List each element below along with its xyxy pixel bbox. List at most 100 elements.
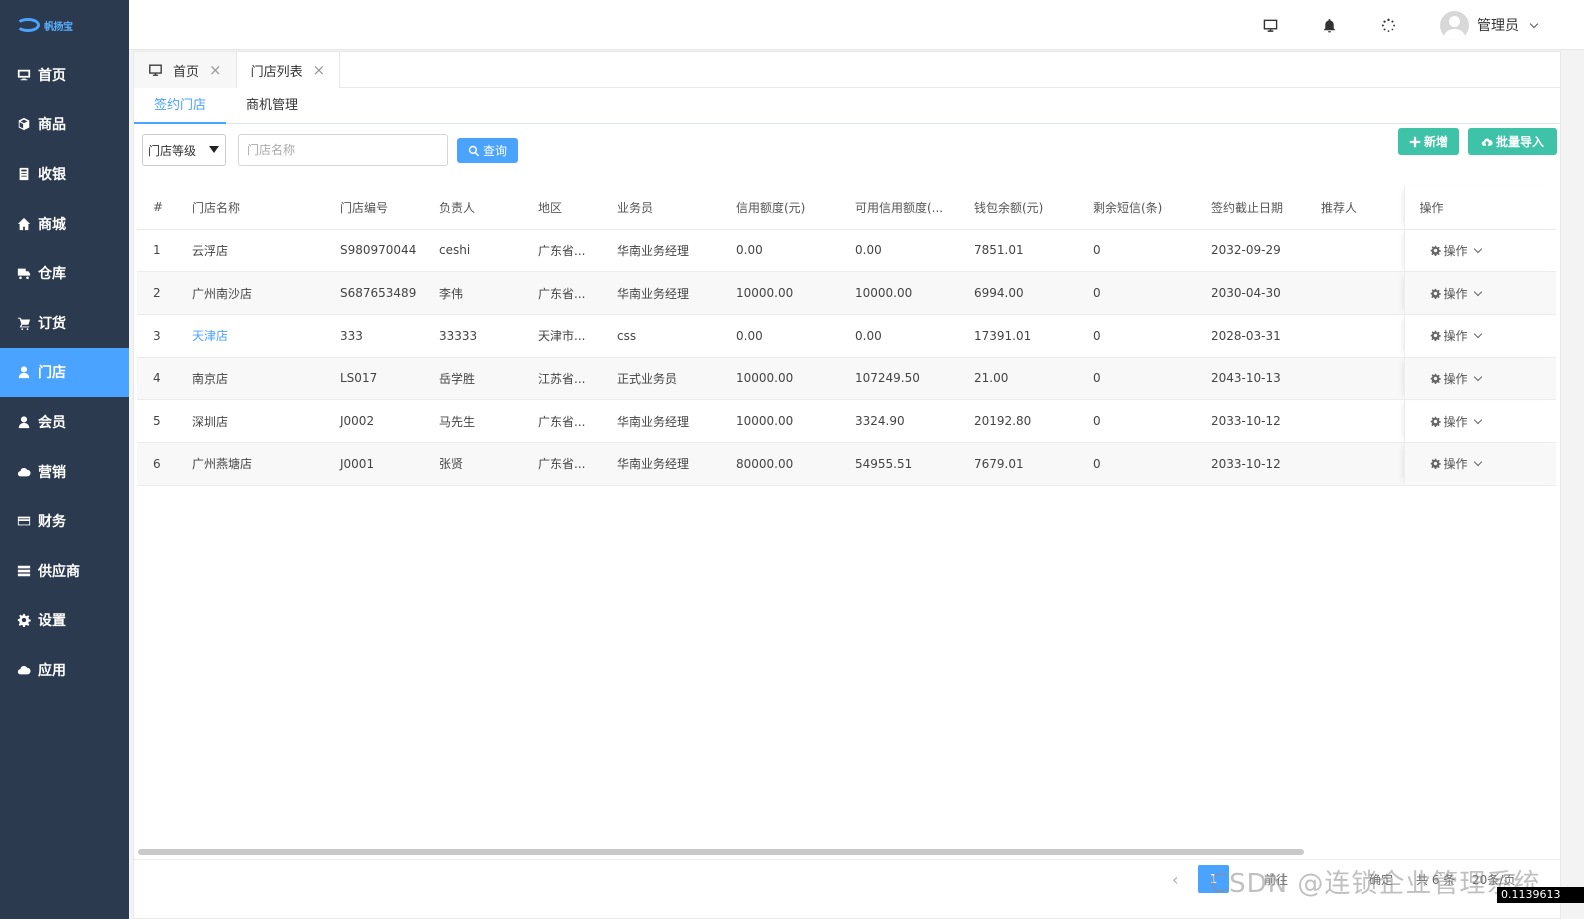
table-cell (1321, 357, 1404, 401)
store-name-link[interactable]: 天津店 (192, 314, 340, 358)
column-header: 签约截止日期 (1211, 186, 1321, 230)
table-row[interactable]: 4 南京店 LS017 岳学胜 江苏省... 正式业务员 10000.00 107249.50… (137, 357, 1556, 401)
sidebar-item-marketing[interactable]: 营销 (0, 447, 129, 497)
page-tab-home[interactable]: 首页 × (134, 52, 237, 88)
monitor-icon[interactable] (1260, 15, 1280, 35)
add-button[interactable]: 新增 (1398, 128, 1459, 155)
table-cell-actions: 操作 (1403, 271, 1556, 315)
tab-opportunities[interactable]: 商机管理 (226, 88, 318, 124)
row-action-label: 操作 (1443, 371, 1468, 386)
table-cell: LS017 (340, 357, 439, 401)
table-cell: 2033-10-12 (1211, 442, 1321, 486)
sidebar-item-member[interactable]: 会员 (0, 397, 129, 447)
table-cell: 20192.80 (974, 399, 1093, 443)
sidebar-item-label: 首页 (38, 67, 66, 84)
table-cell (1321, 314, 1404, 358)
table-cell: 2043-10-13 (1211, 357, 1321, 401)
table-cell: 33333 (439, 314, 538, 358)
sidebar-item-mall[interactable]: 商城 (0, 199, 129, 249)
store-level-select[interactable]: 门店等级 (142, 134, 226, 166)
close-icon[interactable]: × (209, 62, 222, 78)
sidebar-item-goods[interactable]: 商品 (0, 100, 129, 150)
table-cell: 南京店 (192, 357, 340, 401)
table-cell: 0.00 (736, 314, 855, 358)
table-row[interactable]: 3 天津店 333 33333 天津市... css 0.00 0.00 17391.01 0 20… (137, 314, 1556, 358)
row-action-dropdown[interactable]: 操作 (1420, 324, 1491, 347)
query-button[interactable]: 查询 (457, 138, 518, 163)
page-tab-store-list[interactable]: 门店列表 × (236, 52, 341, 88)
store-name-input[interactable] (238, 134, 448, 166)
sidebar-item-warehouse[interactable]: 仓库 (0, 248, 129, 298)
home-icon (16, 216, 32, 232)
table-cell: 0 (1093, 357, 1211, 401)
table-cell: 17391.01 (974, 314, 1093, 358)
table-cell (1321, 442, 1404, 486)
table-row[interactable]: 6 广州燕塘店 J0001 张贤 广东省... 华南业务经理 80000.00 54955.5… (137, 442, 1556, 486)
sidebar-item-cashier[interactable]: 收银 (0, 149, 129, 199)
row-action-label: 操作 (1443, 243, 1468, 258)
bell-icon[interactable] (1319, 15, 1339, 35)
table-row[interactable]: 2 广州南沙店 S687653489 李伟 广东省... 华南业务经理 10000.00 10… (137, 271, 1556, 315)
avatar (1440, 10, 1469, 40)
tab-signed-stores[interactable]: 签约门店 (134, 88, 227, 124)
batch-import-button[interactable]: 批量导入 (1468, 128, 1557, 155)
table-cell: J0002 (340, 399, 439, 443)
chevron-left-icon[interactable]: ‹ (1172, 870, 1178, 889)
table-cell: 0.00 (736, 229, 855, 273)
row-action-dropdown[interactable]: 操作 (1420, 367, 1491, 390)
table-cell: 10000.00 (736, 271, 855, 315)
table-cell: 李伟 (439, 271, 538, 315)
query-button-label: 查询 (482, 144, 507, 158)
close-icon[interactable]: × (313, 62, 326, 78)
row-action-dropdown[interactable]: 操作 (1420, 410, 1491, 433)
table-cell: 6 (137, 442, 192, 486)
table-cell: 3 (137, 314, 192, 358)
sidebar-item-label: 订货 (38, 315, 66, 332)
column-header: 推荐人 (1321, 186, 1404, 230)
card-icon (16, 513, 32, 529)
monitor-icon (149, 64, 162, 76)
sidebar-item-apps[interactable]: 应用 (0, 645, 129, 695)
sidebar-item-label: 收银 (38, 166, 66, 183)
row-action-dropdown[interactable]: 操作 (1420, 282, 1491, 305)
table-cell: 江苏省... (538, 357, 617, 401)
table-cell: 7679.01 (974, 442, 1093, 486)
page-tab-label: 门店列表 (250, 64, 303, 80)
gear-icon (1430, 458, 1441, 470)
row-action-label: 操作 (1443, 414, 1468, 429)
sidebar-item-supplier[interactable]: 供应商 (0, 546, 129, 596)
sidebar-item-finance[interactable]: 财务 (0, 496, 129, 546)
sidebar-item-order[interactable]: 订货 (0, 298, 129, 348)
horizontal-scrollbar[interactable] (138, 849, 1304, 855)
sidebar-item-settings[interactable]: 设置 (0, 596, 129, 646)
sidebar-item-home[interactable]: 首页 (0, 50, 129, 100)
row-action-label: 操作 (1443, 286, 1468, 301)
sidebar-nav: 首页 商品 收银 商城 仓库 订货 门店 会员 营销 财务 供应商 设置 应用 (0, 50, 129, 695)
row-action-dropdown[interactable]: 操作 (1420, 239, 1491, 262)
plus-icon (1409, 136, 1421, 147)
gear-icon (1430, 416, 1441, 427)
top-header: 管理员 (129, 0, 1584, 50)
user-menu[interactable]: 管理员 (1440, 10, 1539, 40)
column-header: 信用额度(元) (736, 186, 855, 230)
chevron-down-icon (1473, 287, 1482, 296)
receipt-icon (16, 166, 32, 182)
gear-icon (1430, 245, 1441, 256)
loading-icon[interactable] (1378, 15, 1398, 35)
table-cell: 10000.00 (736, 399, 855, 443)
row-action-dropdown[interactable]: 操作 (1420, 452, 1491, 475)
table-cell: 333 (340, 314, 439, 358)
table-row[interactable]: 5 深圳店 J0002 马先生 广东省... 华南业务经理 10000.00 3324.90 2… (137, 399, 1556, 443)
column-header: 地区 (538, 186, 617, 230)
app-logo[interactable]: 帆扬宝 (0, 0, 129, 50)
table-cell: 0 (1093, 442, 1211, 486)
table-cell: 54955.51 (855, 442, 974, 486)
cloud-icon (16, 464, 32, 480)
page-tab-bar: 首页 × 门店列表 × (134, 52, 1560, 88)
table-row[interactable]: 1 云浮店 S980970044 ceshi 广东省... 华南业务经理 0.00 0.00 7… (137, 229, 1556, 273)
column-header: 业务员 (617, 186, 736, 230)
column-header: 钱包余额(元) (974, 186, 1093, 230)
table-cell: 马先生 (439, 399, 538, 443)
sidebar-item-store[interactable]: 门店 (0, 347, 129, 398)
sub-tab-bar: 签约门店 商机管理 (134, 88, 1560, 124)
